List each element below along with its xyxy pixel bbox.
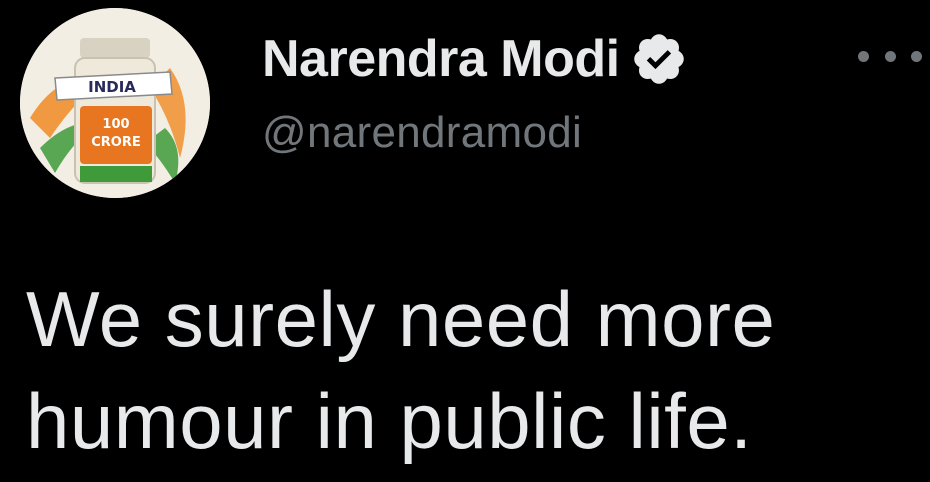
avatar-number-text: 100 <box>102 117 129 132</box>
avatar-image: INDIA 100 CRORE <box>20 8 210 198</box>
tweet-text: We surely need more humour in public lif… <box>26 275 776 465</box>
verified-badge-icon <box>630 30 688 88</box>
more-dot <box>911 50 922 62</box>
more-dot <box>858 50 869 62</box>
tweet-card: INDIA 100 CRORE Narendra Modi @narendram… <box>0 0 930 482</box>
more-options-icon[interactable] <box>858 40 922 72</box>
author-name-row: Narendra Modi <box>262 24 688 94</box>
more-dot <box>884 50 896 62</box>
avatar-crore-text: CRORE <box>91 135 141 150</box>
author-display-name[interactable]: Narendra Modi <box>262 29 620 89</box>
avatar-country-text: INDIA <box>88 78 136 96</box>
profile-avatar[interactable]: INDIA 100 CRORE <box>20 8 210 198</box>
author-handle[interactable]: @narendramodi <box>262 108 582 158</box>
